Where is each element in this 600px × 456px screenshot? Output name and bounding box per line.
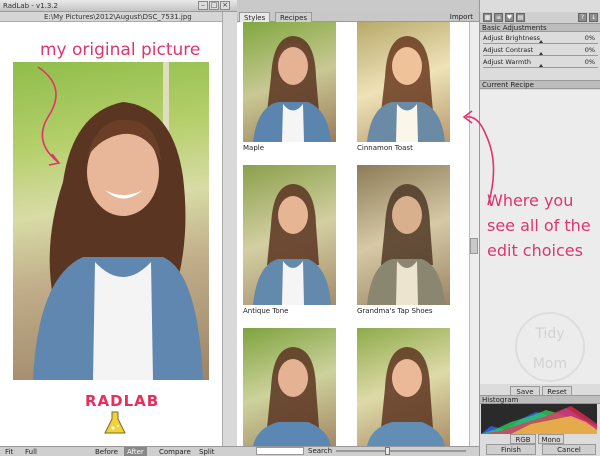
basic-adjustments-header: Basic Adjustments	[480, 23, 600, 32]
style-thumbnail-maple[interactable]	[243, 22, 336, 142]
annotation-arrow-right-icon	[462, 110, 495, 206]
histogram-graph	[481, 404, 597, 434]
thumbnail-label: Grandma's Tap Shoes	[357, 307, 433, 315]
style-thumbnail-cinnamon-toast[interactable]	[357, 22, 450, 142]
thumbnail-label: Cinnamon Toast	[357, 144, 413, 152]
thumbnail-label: Antique Tone	[243, 307, 289, 315]
gallery-scroll-thumb[interactable]	[470, 238, 478, 254]
full-button[interactable]: Full	[22, 447, 40, 456]
brightness-label: Adjust Brightness	[483, 34, 541, 42]
minimize-icon[interactable]: –	[198, 1, 208, 10]
help-icon[interactable]: ?	[578, 13, 587, 22]
layers-icon[interactable]: ▤	[516, 13, 525, 22]
current-recipe-header: Current Recipe	[480, 80, 600, 89]
gallery-tab-bar: Styles Recipes Import	[237, 12, 479, 22]
tab-styles[interactable]: Styles	[239, 12, 271, 22]
warmth-value: 0%	[584, 58, 595, 66]
radlab-logo-text: RADLAB	[85, 392, 160, 410]
file-path-bar: E:\My Pictures\2012\August\DSC_7531.jpg	[0, 12, 237, 22]
app-title: RadLab - v1.3.2	[3, 2, 59, 10]
contrast-value: 0%	[584, 46, 595, 54]
style-thumbnail[interactable]	[357, 328, 450, 446]
contrast-label: Adjust Contrast	[483, 46, 534, 54]
warmth-slider[interactable]: Adjust Warmth 0%	[483, 58, 598, 68]
gallery-scrollbar[interactable]	[469, 22, 479, 446]
favorites-icon[interactable]: ♥	[505, 13, 514, 22]
histogram-rgb-toggle[interactable]: RGB	[510, 434, 536, 444]
thumbnail-size-handle[interactable]	[385, 447, 390, 455]
before-button[interactable]: Before	[92, 447, 121, 456]
brightness-slider[interactable]: Adjust Brightness 0%	[483, 34, 598, 44]
import-button[interactable]: Import	[450, 12, 473, 22]
search-input[interactable]	[256, 447, 304, 455]
cancel-button[interactable]: Cancel	[542, 444, 596, 455]
fit-button[interactable]: Fit	[2, 447, 16, 456]
annotation-original-picture: my original picture	[40, 40, 201, 60]
close-icon[interactable]: ×	[220, 1, 230, 10]
maximize-icon[interactable]: □	[209, 1, 219, 10]
file-path: E:\My Pictures\2012\August\DSC_7531.jpg	[44, 13, 192, 21]
watermark-text: Tidy Mom	[532, 326, 568, 372]
search-label: Search	[308, 447, 333, 455]
contrast-handle[interactable]	[539, 52, 543, 55]
tab-recipes[interactable]: Recipes	[275, 12, 313, 22]
grid-view-icon[interactable]: ▦	[483, 13, 492, 22]
tidymom-watermark: Tidy Mom	[515, 312, 585, 382]
left-panel-scrollbar[interactable]	[222, 12, 237, 446]
after-button[interactable]: After	[124, 447, 147, 456]
window-controls: – □ ×	[198, 1, 230, 10]
list-view-icon[interactable]: ≡	[494, 13, 503, 22]
flask-logo-icon	[104, 411, 126, 434]
split-button[interactable]: Split	[196, 447, 218, 456]
title-bar: RadLab - v1.3.2 – □ ×	[0, 0, 237, 12]
brightness-handle[interactable]	[539, 40, 543, 43]
panel-toolbar: ▦ ≡ ♥ ▤ ? ↓	[480, 12, 600, 23]
finish-button[interactable]: Finish	[486, 444, 536, 455]
warmth-label: Adjust Warmth	[483, 58, 531, 66]
compare-button[interactable]: Compare	[156, 447, 194, 456]
thumbnail-label: Maple	[243, 144, 265, 152]
style-thumbnail[interactable]	[243, 328, 336, 446]
annotation-edit-choices: Where you see all of the edit choices	[487, 191, 591, 260]
style-gallery: Maple Cinnamon Toast Antique Tone Grandm…	[237, 22, 469, 446]
style-thumbnail-antique-tone[interactable]	[243, 165, 336, 305]
histogram-mono-toggle[interactable]: Mono	[538, 434, 564, 444]
style-thumbnail-grandmas-tap-shoes[interactable]	[357, 165, 450, 305]
annotation-arrow-left-icon	[37, 66, 61, 166]
brightness-value: 0%	[584, 34, 595, 42]
warmth-handle[interactable]	[539, 64, 543, 67]
histogram-header: Histogram	[480, 395, 600, 404]
contrast-slider[interactable]: Adjust Contrast 0%	[483, 46, 598, 56]
download-icon[interactable]: ↓	[589, 13, 598, 22]
thumbnail-size-slider[interactable]	[336, 450, 466, 452]
